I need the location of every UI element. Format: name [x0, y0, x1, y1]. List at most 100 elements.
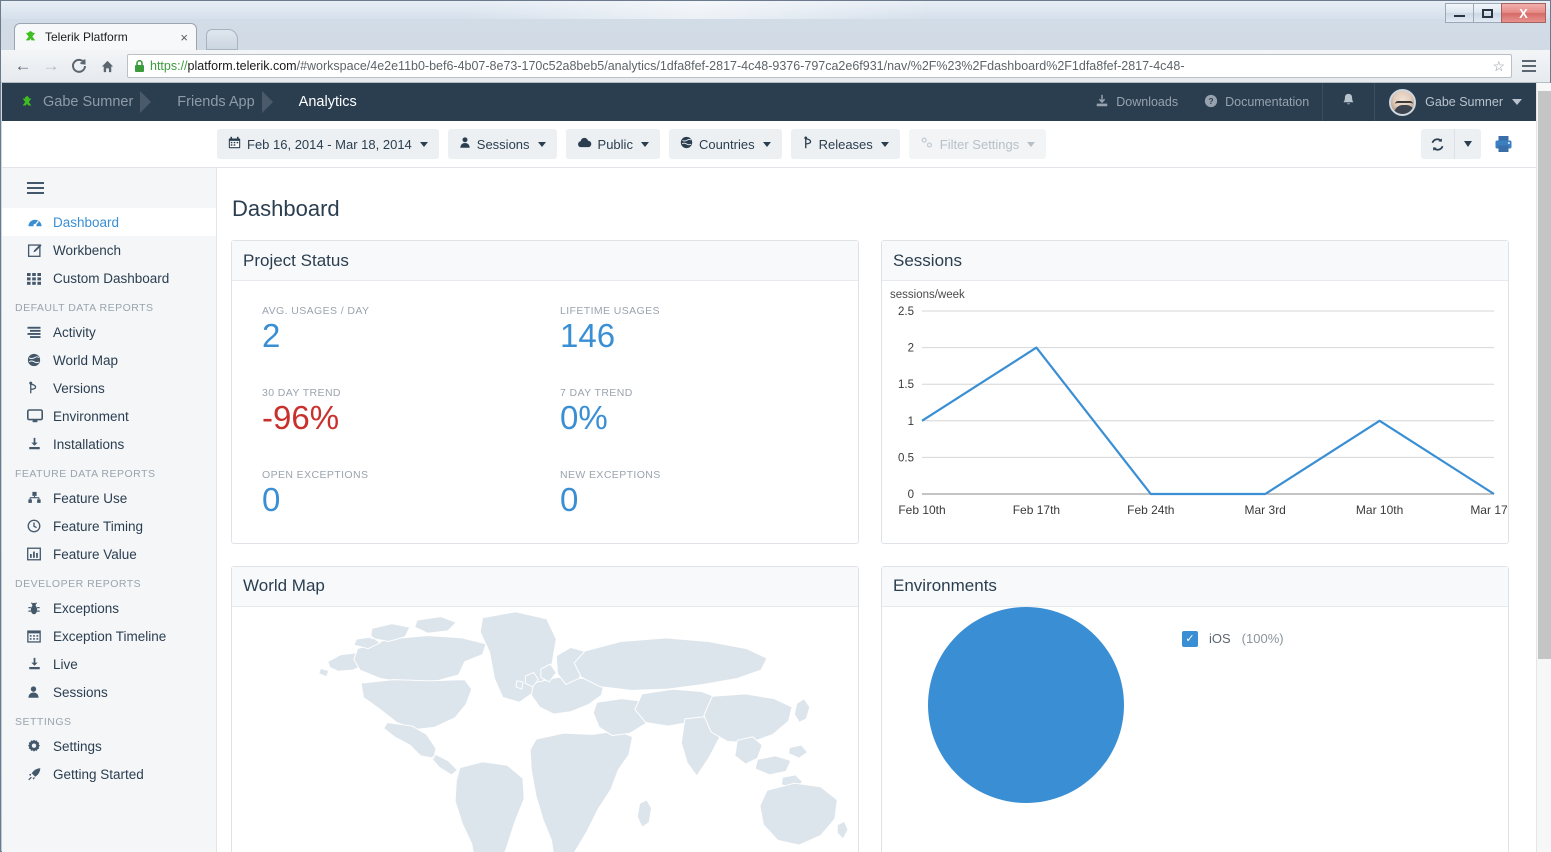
browser-tab[interactable]: Telerik Platform × — [14, 23, 197, 50]
refresh-group — [1421, 129, 1481, 159]
breadcrumb-label: Analytics — [298, 94, 357, 110]
bookmark-star-icon[interactable]: ☆ — [1488, 58, 1505, 75]
sidebar-item-label: Sessions — [53, 684, 108, 700]
sidebar-item-installations[interactable]: Installations — [2, 430, 216, 458]
sidebar-item-environment[interactable]: Environment — [2, 402, 216, 430]
filter-settings-label: Filter Settings — [939, 136, 1020, 152]
breadcrumb-item-account[interactable]: Gabe Sumner — [2, 83, 159, 121]
sidebar-item-versions[interactable]: Versions — [2, 374, 216, 402]
browser-tabstrip: Telerik Platform × — [1, 19, 1550, 50]
sidebar-toggle-button[interactable] — [2, 168, 216, 208]
breadcrumb-chevron-icon — [140, 83, 160, 121]
user-icon — [459, 136, 471, 152]
legend-label-ios: iOS — [1209, 631, 1231, 647]
rocket-icon — [27, 767, 53, 781]
sidebar-item-workbench[interactable]: Workbench — [2, 236, 216, 264]
url-scheme: https:// — [150, 59, 188, 73]
sidebar-item-getting-started[interactable]: Getting Started — [2, 760, 216, 788]
metric-lifetime-usages: LIFETIME USAGES 146 — [560, 305, 858, 375]
downloads-label: Downloads — [1116, 95, 1179, 109]
documentation-label: Documentation — [1225, 95, 1310, 109]
sidebar-item-sessions[interactable]: Sessions — [2, 678, 216, 706]
branch-icon — [802, 136, 813, 153]
window-minimize-button[interactable] — [1445, 3, 1474, 23]
y-axis-tick-label: 1 — [908, 416, 914, 428]
metric-label: 30 DAY TREND — [262, 386, 341, 399]
countries-filter-button[interactable]: Countries — [668, 129, 782, 159]
sidebar-item-live[interactable]: Live — [2, 650, 216, 678]
world-map-visual[interactable] — [232, 607, 858, 852]
sidebar-item-feature-timing[interactable]: Feature Timing — [2, 512, 216, 540]
svg-text:?: ? — [1209, 96, 1214, 106]
sidebar-item-exception-timeline[interactable]: Exception Timeline — [2, 622, 216, 650]
sidebar-item-label: Getting Started — [53, 766, 144, 782]
window-close-button[interactable]: X — [1501, 3, 1546, 23]
back-icon[interactable]: ← — [9, 53, 37, 79]
reload-icon[interactable] — [65, 53, 93, 79]
url-host: platform.telerik.com — [187, 59, 297, 73]
page-scrollbar[interactable] — [1536, 83, 1551, 852]
sidebar-item-exceptions[interactable]: Exceptions — [2, 594, 216, 622]
lock-icon — [134, 59, 145, 73]
releases-filter-button[interactable]: Releases — [790, 129, 900, 159]
legend-checkbox-ios[interactable]: ✓ — [1182, 630, 1198, 647]
filter-settings-button[interactable]: Filter Settings — [908, 129, 1047, 159]
metric-value: 0 — [560, 480, 579, 518]
metric-label: 7 DAY TREND — [560, 386, 633, 399]
breadcrumb: Gabe Sumner Friends App Analytics — [2, 83, 383, 121]
sidebar-item-feature-use[interactable]: Feature Use — [2, 484, 216, 512]
downloads-link[interactable]: Downloads — [1082, 83, 1191, 121]
sessions-filter-button[interactable]: Sessions — [447, 129, 557, 159]
documentation-link[interactable]: ? Documentation — [1191, 83, 1322, 121]
chevron-down-icon[interactable] — [1512, 99, 1522, 105]
refresh-dropdown-button[interactable] — [1455, 129, 1481, 159]
forward-icon[interactable]: → — [37, 53, 65, 79]
sidebar-item-label: Exception Timeline — [53, 628, 167, 644]
y-axis-tick-label: 1.5 — [898, 379, 914, 391]
countries-filter-label: Countries — [698, 136, 755, 152]
sidebar-item-label: Exceptions — [53, 600, 120, 616]
chevron-down-icon — [537, 141, 546, 147]
panel-project-status: Project Status AVG. USAGES / DAY 2 LIFET… — [231, 240, 859, 544]
sidebar-item-custom-dashboard[interactable]: Custom Dashboard — [2, 264, 216, 292]
user-menu[interactable]: Gabe Sumner — [1375, 88, 1522, 116]
hamburger-icon — [27, 187, 44, 189]
activity-icon — [27, 326, 53, 339]
address-bar[interactable]: https://platform.telerik.com/#workspace/… — [127, 54, 1512, 78]
chart-canvas: 0 0.5 1 1.5 2 2.5 Feb 10th Feb 17th Feb 24th Mar … — [898, 306, 1518, 517]
home-icon[interactable] — [93, 53, 121, 79]
print-button[interactable] — [1493, 134, 1514, 154]
metric-label: LIFETIME USAGES — [560, 305, 660, 317]
scrollbar-thumb[interactable] — [1538, 91, 1551, 659]
new-tab-button[interactable] — [206, 29, 238, 50]
sidebar-item-label: Versions — [53, 380, 105, 396]
sidebar-item-activity[interactable]: Activity — [2, 318, 216, 346]
sidebar-item-settings[interactable]: Settings — [2, 732, 216, 760]
window-maximize-button[interactable] — [1473, 3, 1502, 23]
environments-pie-chart[interactable] — [928, 606, 1124, 803]
environments-legend: ✓ iOS (100%) — [1182, 630, 1284, 647]
tab-close-icon[interactable]: × — [174, 30, 188, 45]
browser-menu-icon[interactable] — [1516, 53, 1542, 79]
sidebar-item-dashboard[interactable]: Dashboard — [2, 208, 216, 236]
clock-icon — [27, 519, 53, 533]
bell-icon — [1341, 92, 1356, 113]
breadcrumb-item-analytics[interactable]: Analytics — [281, 83, 383, 121]
user-name-label: Gabe Sumner — [1425, 95, 1503, 109]
notifications-button[interactable] — [1322, 83, 1376, 121]
sidebar-item-feature-value[interactable]: Feature Value — [2, 540, 216, 568]
breadcrumb-label: Gabe Sumner — [43, 94, 134, 110]
refresh-button[interactable] — [1421, 129, 1455, 159]
date-range-button[interactable]: Feb 16, 2014 - Mar 18, 2014 — [217, 129, 439, 159]
filter-buttons: Feb 16, 2014 - Mar 18, 2014 Sessions Pub… — [217, 129, 1047, 159]
metric-30-day-trend: 30 DAY TREND -96% — [262, 387, 560, 457]
sidebar-item-label: Settings — [53, 738, 102, 754]
x-axis-tick-label: Mar 3rd — [1245, 503, 1286, 517]
bug-icon — [27, 601, 53, 616]
public-filter-button[interactable]: Public — [565, 129, 660, 159]
breadcrumb-item-app[interactable]: Friends App — [159, 83, 280, 121]
panel-environments: Environments ✓ iOS (100%) — [881, 565, 1509, 852]
sidebar-item-label: Custom Dashboard — [53, 270, 170, 286]
sidebar-item-world-map[interactable]: World Map — [2, 346, 216, 374]
calendar-icon — [27, 629, 53, 643]
